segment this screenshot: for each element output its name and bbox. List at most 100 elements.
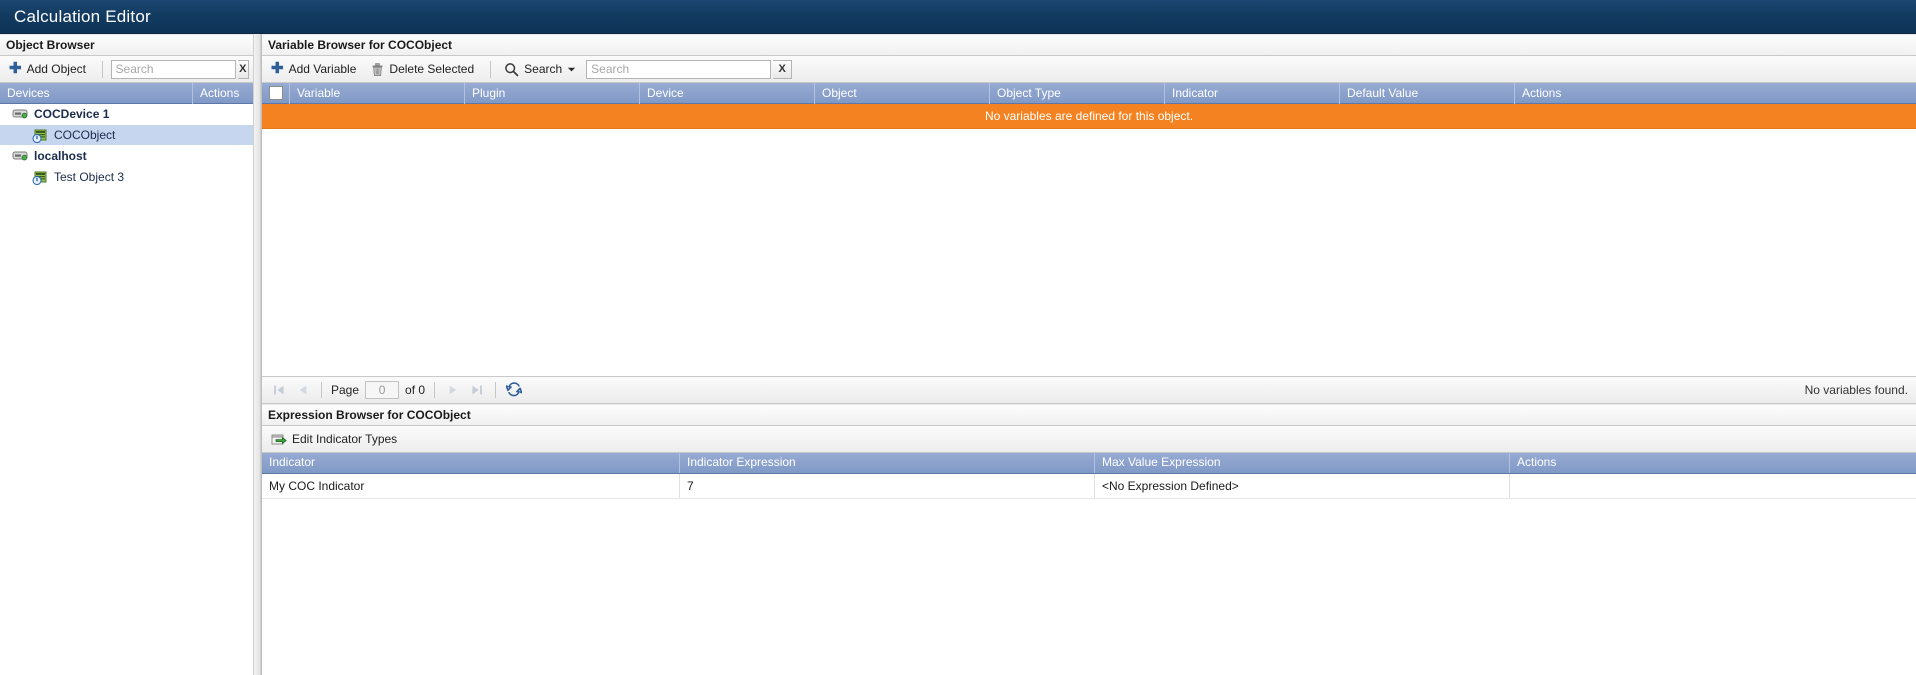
object-browser-title: Object Browser <box>6 38 95 52</box>
main-split: Object Browser ✚ Add Object X Devices Ac… <box>0 34 1916 675</box>
no-variables-banner: No variables are defined for this object… <box>262 104 1916 129</box>
last-page-button[interactable] <box>468 381 486 399</box>
select-all-checkbox[interactable] <box>268 86 283 100</box>
tree-item-localhost[interactable]: localhost <box>0 146 253 167</box>
table-row[interactable]: My COC Indicator 7 <No Expression Define… <box>262 473 1916 499</box>
pager-status-text: No variables found. <box>1804 382 1908 397</box>
variable-search-clear-button[interactable]: X <box>773 59 793 79</box>
server-icon <box>12 107 28 121</box>
tree-item-cocobject[interactable]: COCObject <box>0 125 253 146</box>
cell-indicator: My COC Indicator <box>262 473 680 498</box>
search-menu-label: Search <box>524 62 563 76</box>
column-header-max-value-expression[interactable]: Max Value Expression <box>1095 452 1510 473</box>
page-label: Page <box>331 382 360 397</box>
object-browser-toolbar: ✚ Add Object X <box>0 56 253 83</box>
prev-page-button[interactable] <box>294 381 312 399</box>
plus-icon: ✚ <box>9 60 22 77</box>
refresh-icon <box>506 382 523 397</box>
refresh-button[interactable] <box>505 381 523 399</box>
pane-splitter[interactable] <box>253 34 261 675</box>
column-header-indicator-expression[interactable]: Indicator Expression <box>680 452 1095 473</box>
chevron-down-icon <box>567 66 576 73</box>
variable-grid-header: Variable Plugin Device Object Object Typ… <box>262 82 1916 104</box>
object-search-clear-label: X <box>239 63 247 75</box>
cell-actions <box>1510 474 1916 498</box>
select-all-header-cell[interactable] <box>262 82 290 104</box>
tree-item-label: COCObject <box>54 128 116 142</box>
cell-indicator-expression: 7 <box>680 473 1095 498</box>
expression-browser-header: Expression Browser for COCObject <box>262 403 1916 426</box>
column-header-indicator[interactable]: Indicator <box>1165 82 1340 104</box>
object-tree: COCDevice 1 COCObject localhost Test Obj… <box>0 104 253 675</box>
variable-grid-body: No variables are defined for this object… <box>262 104 1916 376</box>
variable-search-input[interactable] <box>586 59 772 79</box>
column-header-actions[interactable]: Actions <box>1515 83 1916 104</box>
search-icon <box>504 62 519 77</box>
last-page-icon <box>472 385 483 394</box>
server-icon <box>12 149 28 163</box>
column-header-devices[interactable]: Devices <box>0 82 193 104</box>
object-browser-header: Object Browser <box>0 34 253 56</box>
first-page-icon <box>274 385 284 394</box>
expression-grid-empty-space <box>262 498 1916 675</box>
toolbar-separator <box>490 60 492 78</box>
page-of-label: of 0 <box>405 382 426 397</box>
expression-grid-header: Indicator Indicator Expression Max Value… <box>262 452 1916 474</box>
page-number-input[interactable] <box>365 380 400 399</box>
next-page-icon <box>449 385 457 394</box>
variable-browser-header: Variable Browser for COCObject <box>262 34 1916 56</box>
expression-browser-title: Expression Browser for COCObject <box>268 407 471 422</box>
add-variable-label: Add Variable <box>288 62 357 76</box>
pager-separator <box>434 381 436 398</box>
column-header-default-value[interactable]: Default Value <box>1340 82 1515 104</box>
prev-page-icon <box>299 385 307 394</box>
variable-search-clear-label: X <box>778 63 786 75</box>
calculation-editor-window: Calculation Editor Object Browser ✚ Add … <box>0 0 1916 675</box>
edit-indicator-types-button[interactable]: Edit Indicator Types <box>266 428 405 449</box>
column-header-object-type[interactable]: Object Type <box>990 82 1165 104</box>
column-header-variable[interactable]: Variable <box>290 82 465 104</box>
variable-browser-toolbar: ✚ Add Variable Delete Selected Search Se… <box>262 56 1916 83</box>
tree-item-label: localhost <box>34 149 87 163</box>
edit-indicator-types-label: Edit Indicator Types <box>292 431 398 446</box>
chip-icon <box>32 170 48 185</box>
chip-icon <box>32 128 48 143</box>
expression-browser-panel: Expression Browser for COCObject Edit In… <box>262 403 1916 675</box>
column-header-object[interactable]: Object <box>815 82 990 104</box>
next-page-button[interactable] <box>444 381 462 399</box>
delete-selected-button[interactable]: Delete Selected <box>366 59 482 80</box>
right-panels: Variable Browser for COCObject ✚ Add Var… <box>261 34 1916 675</box>
delete-selected-label: Delete Selected <box>389 62 475 76</box>
column-header-indicator[interactable]: Indicator <box>262 452 680 473</box>
edit-indicator-types-icon <box>271 431 287 446</box>
variable-browser-title: Variable Browser for COCObject <box>268 38 453 52</box>
cell-max-value-expression: <No Expression Defined> <box>1095 473 1510 498</box>
first-page-button[interactable] <box>270 381 288 399</box>
expression-grid-body: My COC Indicator 7 <No Expression Define… <box>262 473 1916 499</box>
object-search-input[interactable] <box>110 59 236 79</box>
tree-item-label: Test Object 3 <box>54 170 125 184</box>
object-browser-panel: Object Browser ✚ Add Object X Devices Ac… <box>0 34 253 675</box>
plus-icon: ✚ <box>271 60 284 77</box>
object-browser-grid-header: Devices Actions <box>0 82 253 104</box>
trash-icon <box>371 62 384 77</box>
add-variable-button[interactable]: ✚ Add Variable <box>266 59 364 79</box>
expression-browser-toolbar: Edit Indicator Types <box>262 425 1916 453</box>
column-header-actions[interactable]: Actions <box>1510 452 1916 473</box>
tree-item-test-object-3[interactable]: Test Object 3 <box>0 167 253 188</box>
column-header-device[interactable]: Device <box>640 82 815 104</box>
tree-item-label: COCDevice 1 <box>34 107 110 121</box>
variable-pager: Page of 0 <box>262 375 1916 404</box>
add-object-label: Add Object <box>26 62 86 76</box>
search-menu-button[interactable]: Search <box>499 59 584 80</box>
column-header-plugin[interactable]: Plugin <box>465 82 640 104</box>
app-title: Calculation Editor <box>14 6 151 26</box>
column-header-actions[interactable]: Actions <box>193 83 253 104</box>
toolbar-separator <box>101 60 103 78</box>
add-object-button[interactable]: ✚ Add Object <box>4 59 94 79</box>
title-bar: Calculation Editor <box>0 0 1916 34</box>
pager-separator <box>321 381 322 398</box>
object-search-clear-button[interactable]: X <box>237 59 249 79</box>
pager-separator <box>495 381 497 398</box>
tree-item-cocdevice-1[interactable]: COCDevice 1 <box>0 104 253 125</box>
